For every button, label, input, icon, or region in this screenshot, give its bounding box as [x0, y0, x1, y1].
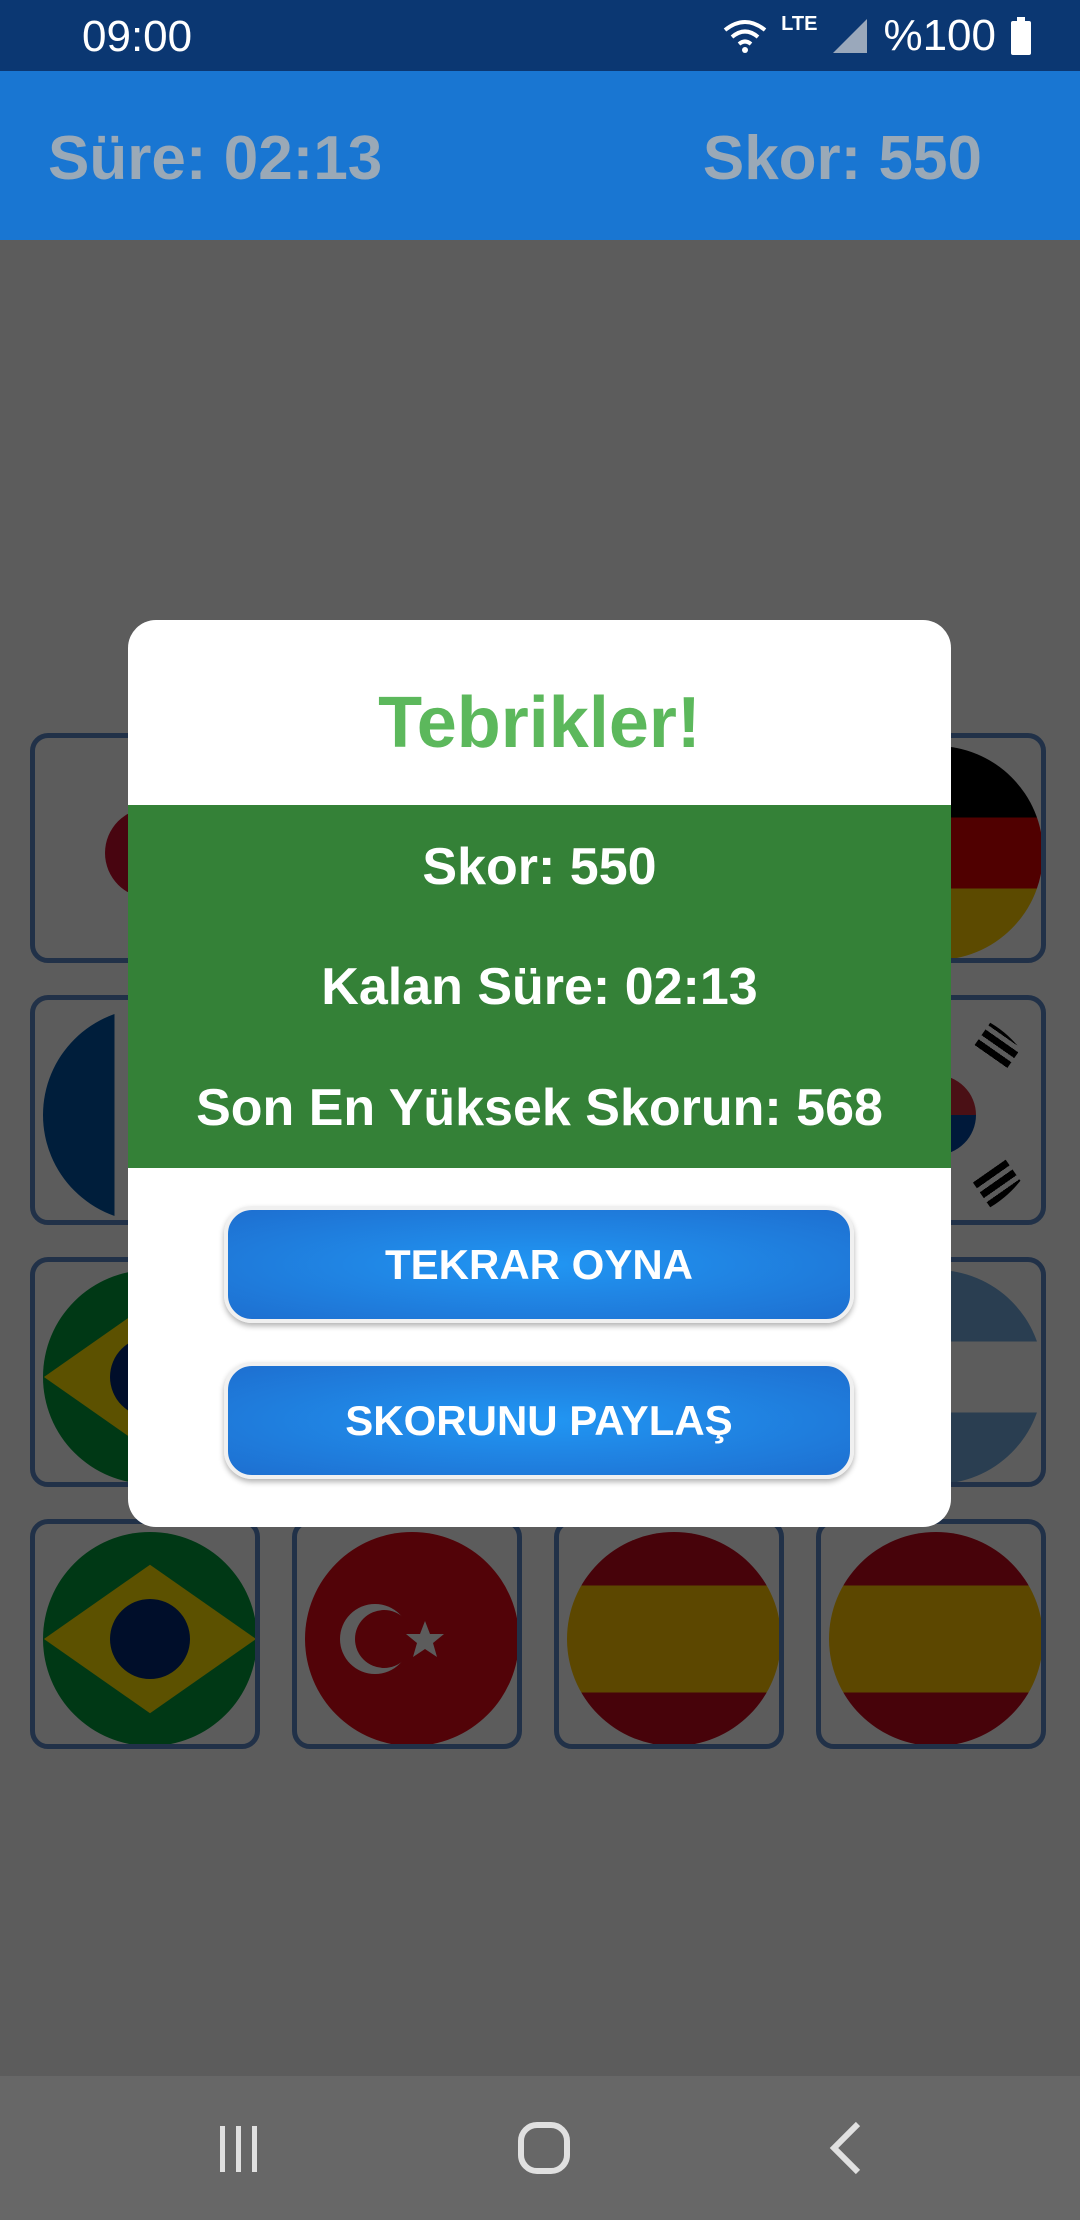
- battery-icon: [1011, 17, 1031, 55]
- play-again-button[interactable]: TEKRAR OYNA: [224, 1206, 854, 1323]
- remaining-time: Kalan Süre: 02:13: [321, 958, 758, 1016]
- status-time: 09:00: [82, 12, 193, 61]
- network-type: LTE: [781, 12, 818, 35]
- back-icon[interactable]: [826, 2118, 866, 2178]
- timer-label: Süre: 02:13: [48, 124, 383, 193]
- share-score-button[interactable]: SKORUNU PAYLAŞ: [224, 1362, 854, 1479]
- results-panel: Skor: 550 Kalan Süre: 02:13 Son En Yükse…: [128, 805, 951, 1168]
- game-over-dialog: Tebrikler! Skor: 550 Kalan Süre: 02:13 S…: [128, 620, 951, 1527]
- score-label: Skor: 550: [702, 124, 982, 193]
- recent-apps-icon[interactable]: [214, 2118, 264, 2178]
- game-header: Süre: 02:13 Skor: 550: [0, 71, 1080, 240]
- wifi-icon: [723, 20, 767, 53]
- high-score: Son En Yüksek Skorun: 568: [196, 1079, 883, 1137]
- home-icon[interactable]: [514, 2118, 574, 2178]
- final-score: Skor: 550: [422, 838, 657, 896]
- signal-icon: [833, 19, 868, 53]
- navigation-bar: [0, 2076, 1080, 2220]
- dialog-title: Tebrikler!: [378, 683, 701, 763]
- status-bar: 09:00 LTE %100: [0, 0, 1080, 71]
- battery-level: %100: [883, 11, 996, 60]
